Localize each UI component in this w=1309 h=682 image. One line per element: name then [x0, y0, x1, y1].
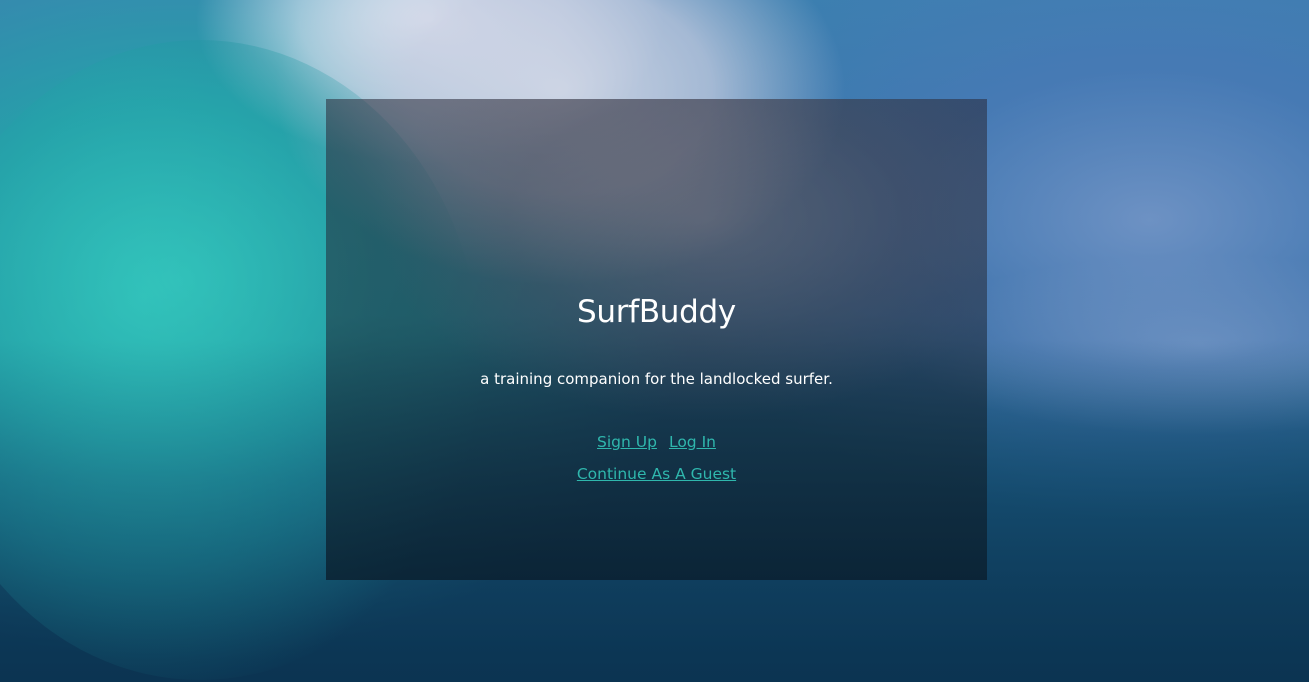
- landing-page: SurfBuddy a training companion for the l…: [0, 0, 1309, 682]
- app-tagline: a training companion for the landlocked …: [480, 370, 833, 388]
- guest-link-row: Continue As A Guest: [326, 465, 987, 483]
- sign-up-link[interactable]: Sign Up: [597, 433, 657, 451]
- continue-as-guest-link[interactable]: Continue As A Guest: [577, 465, 736, 483]
- auth-links: Sign Up Log In: [326, 433, 987, 451]
- log-in-link[interactable]: Log In: [669, 433, 716, 451]
- welcome-card: SurfBuddy a training companion for the l…: [326, 99, 987, 580]
- welcome-card-content: SurfBuddy a training companion for the l…: [326, 99, 987, 580]
- app-title: SurfBuddy: [577, 294, 736, 330]
